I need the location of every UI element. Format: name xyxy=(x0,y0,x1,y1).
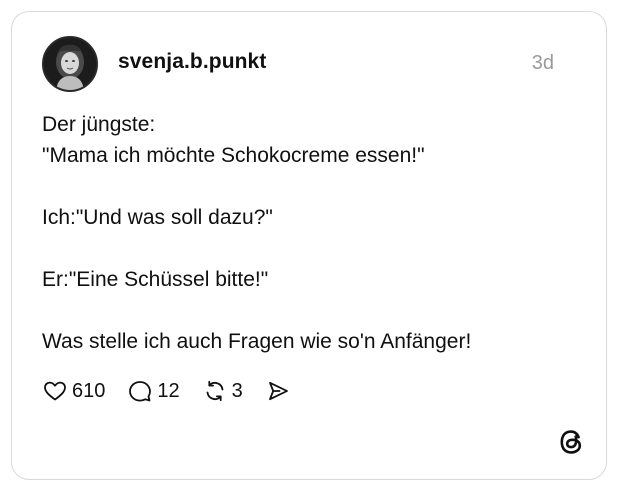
like-count: 610 xyxy=(72,379,106,402)
post-line xyxy=(42,171,582,202)
repost-arrows-icon xyxy=(202,378,228,404)
post-actions: 610 12 3 xyxy=(42,376,313,406)
repost-count: 3 xyxy=(231,379,243,402)
post-line: "Mama ich möchte Schokocreme essen!" xyxy=(42,144,425,167)
username[interactable]: svenja.b.punkt xyxy=(118,50,266,74)
share-button[interactable] xyxy=(265,378,291,404)
threads-logo-icon[interactable] xyxy=(558,428,586,456)
avatar-portrait xyxy=(44,38,96,90)
post-line: Der jüngste: xyxy=(42,113,156,136)
threads-post-card: svenja.b.punkt 3d Der jüngste: "Mama ich… xyxy=(11,11,607,480)
post-line xyxy=(42,295,582,326)
post-line: Er:"Eine Schüssel bitte!" xyxy=(42,268,269,291)
heart-icon xyxy=(42,378,68,404)
post-timestamp: 3d xyxy=(531,52,554,74)
reply-button[interactable]: 12 xyxy=(127,378,180,404)
repost-button[interactable]: 3 xyxy=(202,378,243,404)
post-line xyxy=(42,233,582,264)
post-line: Ich:"Und was soll dazu?" xyxy=(42,206,273,229)
post-line: Was stelle ich auch Fragen wie so'n Anfä… xyxy=(42,330,472,353)
send-icon xyxy=(265,378,291,404)
avatar[interactable] xyxy=(42,36,98,92)
post-text: Der jüngste: "Mama ich möchte Schokocrem… xyxy=(42,109,582,357)
comment-bubble-icon xyxy=(127,378,153,404)
like-button[interactable]: 610 xyxy=(42,378,105,404)
reply-count: 12 xyxy=(157,379,180,402)
